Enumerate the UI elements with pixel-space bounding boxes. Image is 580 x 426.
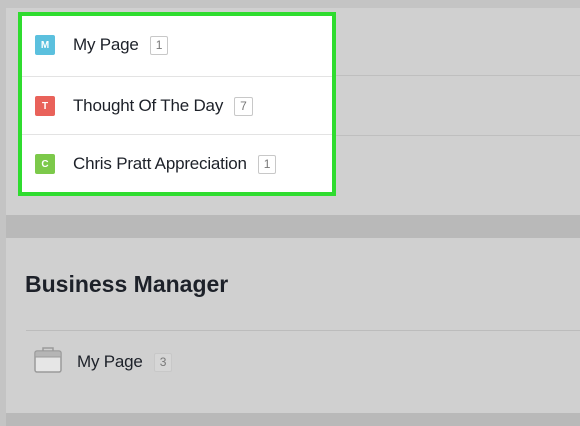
page-item-my-page[interactable]: M My Page 1 bbox=[22, 16, 332, 74]
page-item-chris-pratt-appreciation[interactable]: C Chris Pratt Appreciation 1 bbox=[22, 134, 332, 193]
notification-count-badge: 1 bbox=[257, 154, 277, 174]
section-separator bbox=[6, 413, 580, 426]
notification-count-badge: 1 bbox=[149, 35, 169, 55]
page-item-label[interactable]: My Page bbox=[77, 352, 143, 372]
page-item-label[interactable]: Thought Of The Day bbox=[73, 96, 223, 116]
page-letter-icon: T bbox=[35, 96, 55, 116]
page-item-thought-of-the-day[interactable]: T Thought Of The Day 7 bbox=[22, 76, 332, 135]
notification-count-badge: 3 bbox=[153, 352, 173, 372]
notification-count-badge: 7 bbox=[234, 96, 253, 116]
section-divider bbox=[26, 330, 580, 331]
page-item-label[interactable]: My Page bbox=[73, 35, 139, 55]
business-manager-heading: Business Manager bbox=[25, 271, 229, 297]
pages-highlight-box: M My Page 1 T Thought Of The Day 7 C Chr… bbox=[18, 12, 336, 196]
business-page-item-my-page[interactable]: My Page 3 bbox=[34, 346, 173, 378]
section-separator bbox=[6, 215, 580, 238]
page-item-label[interactable]: Chris Pratt Appreciation bbox=[73, 154, 247, 174]
page-letter-icon: C bbox=[35, 154, 55, 174]
briefcase-icon bbox=[34, 346, 62, 378]
page-letter-icon: M bbox=[35, 35, 55, 55]
business-manager-panel: Business Manager My Page 3 bbox=[6, 238, 580, 413]
